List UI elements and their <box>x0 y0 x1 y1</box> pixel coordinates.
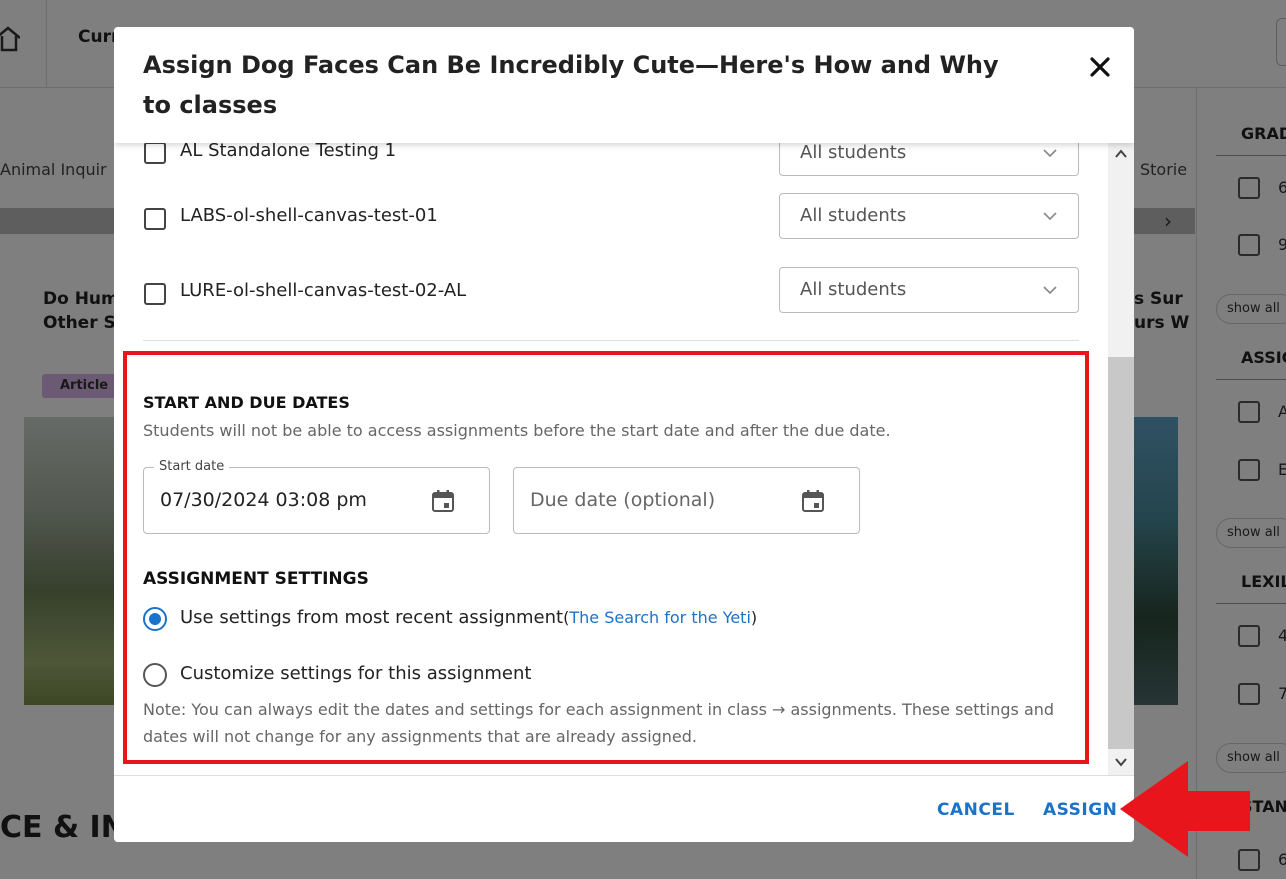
cancel-button[interactable]: CANCEL <box>937 800 1015 820</box>
radio-recent-label: Use settings from most recent assignment… <box>180 607 758 628</box>
assign-button[interactable]: ASSIGN <box>1043 800 1117 820</box>
dates-heading: START AND DUE DATES <box>143 393 350 412</box>
due-date-placeholder: Due date (optional) <box>530 489 716 511</box>
scrollbar-thumb[interactable] <box>1108 357 1134 749</box>
class-row: AL Standalone Testing 1 All students <box>114 143 1108 183</box>
class-name: LURE-ol-shell-canvas-test-02-AL <box>180 280 467 301</box>
students-select[interactable]: All students <box>779 193 1079 239</box>
recent-assignment-link[interactable]: The Search for the Yeti <box>569 608 751 627</box>
chevron-down-icon <box>1043 149 1057 158</box>
radio-recent-settings[interactable] <box>143 607 167 631</box>
calendar-icon[interactable] <box>430 488 456 514</box>
modal-footer: CANCEL ASSIGN <box>114 775 1134 842</box>
students-select-value: All students <box>800 279 907 300</box>
settings-heading: ASSIGNMENT SETTINGS <box>143 569 369 589</box>
close-icon[interactable] <box>1086 53 1114 81</box>
class-name: AL Standalone Testing 1 <box>180 143 397 161</box>
radio-custom-settings[interactable] <box>143 663 167 687</box>
start-date-label: Start date <box>154 459 230 474</box>
dates-description: Students will not be able to access assi… <box>143 421 891 440</box>
modal-scrollbar[interactable] <box>1108 143 1134 775</box>
students-select-value: All students <box>800 205 907 226</box>
calendar-icon[interactable] <box>800 488 826 514</box>
class-name: LABS-ol-shell-canvas-test-01 <box>180 205 438 226</box>
class-row: LURE-ol-shell-canvas-test-02-AL All stud… <box>114 267 1108 327</box>
class-checkbox[interactable] <box>144 283 166 305</box>
students-select[interactable]: All students <box>779 267 1079 313</box>
class-checkbox[interactable] <box>144 208 166 230</box>
chevron-down-icon <box>1043 286 1057 295</box>
chevron-down-icon <box>1043 212 1057 221</box>
class-row: LABS-ol-shell-canvas-test-01 All student… <box>114 193 1108 253</box>
chevron-up-icon[interactable] <box>1114 147 1128 161</box>
settings-note: Note: You can always edit the dates and … <box>143 700 1055 746</box>
class-checkbox[interactable] <box>144 143 166 164</box>
start-date-field[interactable]: Start date 07/30/2024 03:08 pm <box>143 459 490 534</box>
assign-modal: Assign Dog Faces Can Be Incredibly Cute—… <box>114 27 1134 842</box>
divider <box>143 340 1079 341</box>
modal-body: AL Standalone Testing 1 All students LAB… <box>114 143 1108 775</box>
due-date-field[interactable]: Due date (optional) <box>513 467 860 534</box>
students-select[interactable]: All students <box>779 143 1079 176</box>
arrow-left-icon <box>1120 761 1250 857</box>
modal-title: Assign Dog Faces Can Be Incredibly Cute—… <box>143 51 999 119</box>
modal-header: Assign Dog Faces Can Be Incredibly Cute—… <box>114 27 1134 143</box>
radio-custom-label: Customize settings for this assignment <box>180 663 532 684</box>
students-select-value: All students <box>800 143 907 163</box>
start-date-value: 07/30/2024 03:08 pm <box>160 489 367 511</box>
